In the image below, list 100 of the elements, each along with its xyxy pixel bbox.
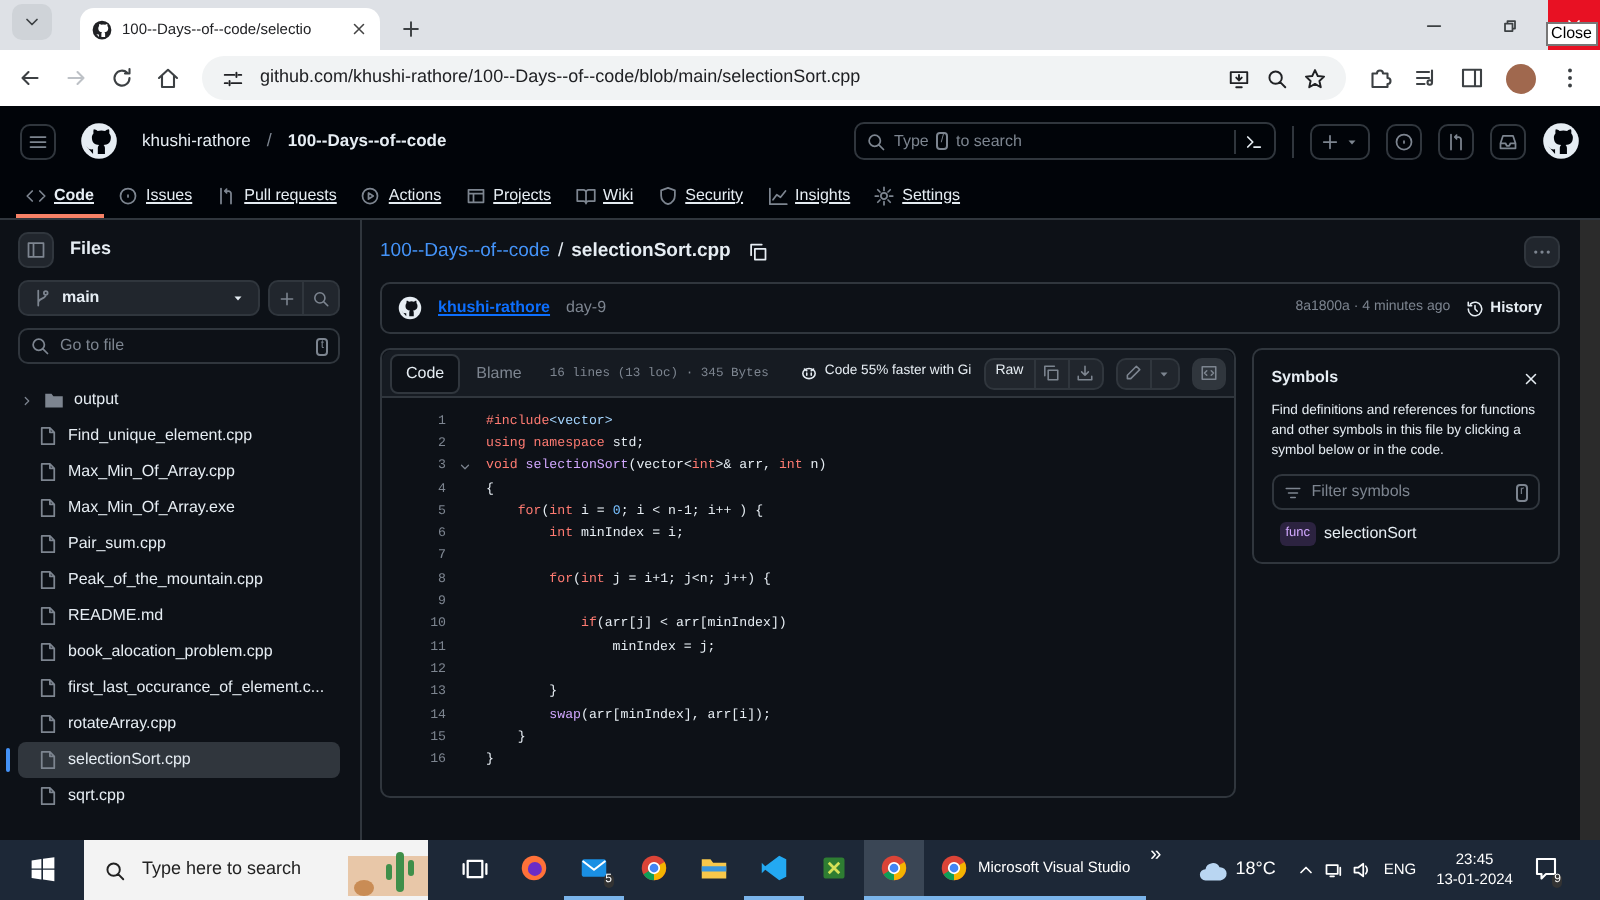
folder-icon (44, 390, 64, 410)
sidebar-icon (26, 240, 46, 260)
repo-tab[interactable]: Settings (864, 176, 971, 218)
back-button[interactable] (18, 66, 42, 90)
close-button[interactable]: Close (1548, 0, 1600, 50)
placeholder-text: Type here to search (142, 856, 304, 883)
repo-link[interactable]: 100--Days--of--code (287, 128, 447, 154)
overflow-button[interactable]: » (1150, 840, 1162, 870)
puzzle-icon (1368, 66, 1392, 90)
menu-button[interactable] (20, 123, 56, 159)
mail-icon (581, 859, 607, 877)
repo-tab[interactable]: Actions (350, 176, 452, 218)
file-icon (38, 570, 58, 590)
repo-tab[interactable]: Code (16, 176, 104, 218)
address-bar[interactable]: github.com/khushi-rathore/100--Days--of--code/blob/main/selectionSort.cpp (202, 56, 1346, 100)
file-tree-item[interactable]: Pair_sum.cpp (18, 526, 340, 562)
cactus-illustration (348, 852, 428, 896)
file-tree-item[interactable]: Peak_of_the_mountain.cpp (18, 562, 340, 598)
taskbar-search-field[interactable]: Type here to search (84, 840, 428, 900)
extensions-button[interactable] (1368, 66, 1392, 90)
view-tab[interactable]: Blame (460, 353, 538, 393)
repo-link[interactable]: 100--Days--of--code (380, 237, 550, 267)
add-file-button[interactable] (268, 280, 304, 316)
speaker-icon[interactable] (1351, 860, 1372, 880)
browser-icon (881, 855, 907, 881)
view-tab[interactable]: Code (390, 353, 461, 393)
notification-icon (1534, 856, 1559, 880)
reload-button[interactable] (110, 66, 134, 90)
home-button[interactable] (156, 66, 180, 90)
author-avatar-icon (398, 296, 422, 320)
network-icon[interactable] (1323, 860, 1344, 880)
search-button[interactable] (304, 280, 340, 316)
command-palette-icon[interactable] (1244, 131, 1264, 151)
restore-icon (1500, 15, 1520, 35)
file-tree-item[interactable]: sqrt.cpp (18, 778, 340, 814)
repo-tab[interactable]: Pull requests (206, 176, 347, 218)
browser-icon (521, 855, 547, 881)
search-icon (312, 289, 330, 307)
side-panel-button[interactable] (1460, 66, 1484, 90)
inbox-button[interactable] (1490, 123, 1526, 159)
placeholder-text: to search (956, 129, 1024, 153)
symbols-panel-button[interactable] (1191, 357, 1226, 389)
logo-icon (81, 123, 117, 159)
scrollbar[interactable] (1580, 220, 1600, 840)
repo-tab[interactable]: Issues (108, 176, 203, 218)
user-avatar-button[interactable] (1542, 122, 1580, 160)
file-tree-item[interactable]: book_alocation_problem.cpp (18, 634, 340, 670)
install-icon[interactable] (1228, 67, 1250, 89)
issue-icon (1394, 131, 1414, 151)
repo-tab[interactable]: Insights (757, 176, 861, 218)
repo-tab[interactable]: Projects (455, 176, 562, 218)
create-new-button[interactable] (1310, 123, 1370, 159)
profile-avatar[interactable] (1506, 63, 1536, 93)
author-link[interactable]: khushi-rathore (438, 296, 551, 320)
filter-icon (1283, 483, 1302, 501)
panel-title: Symbols (1271, 366, 1341, 390)
file-tree-item[interactable]: Max_Min_Of_Array.cpp (18, 454, 340, 490)
branch-selector[interactable]: main (18, 280, 260, 316)
file-tree-item[interactable]: Find_unique_element.cpp (18, 418, 340, 454)
collapse-sidebar-button[interactable] (18, 232, 54, 268)
file-icon (38, 498, 58, 518)
task-view-icon (461, 855, 487, 881)
home-icon (156, 66, 180, 90)
download-button[interactable] (1069, 357, 1104, 389)
repo-tab[interactable]: Security (647, 176, 754, 218)
file-tree-item[interactable]: first_last_occurance_of_element.c... (18, 670, 340, 706)
file-icon (38, 750, 58, 770)
left-arrow-icon (18, 66, 42, 90)
search-icon (104, 859, 126, 881)
copy-button[interactable] (1035, 357, 1070, 389)
media-button[interactable] (1414, 66, 1438, 90)
url-text: github.com/khushi-rathore/100--Days--of--code/blob/main/selectionSort.cpp (260, 64, 863, 91)
pull-requests-button[interactable] (1438, 123, 1474, 159)
breadcrumb-separator: / (558, 237, 564, 266)
owner-link[interactable]: khushi-rathore (142, 128, 251, 154)
commit-message-link[interactable]: day-9 (566, 296, 607, 320)
chevron-down-icon[interactable] (457, 459, 471, 474)
right-arrow-icon (64, 66, 88, 90)
symbol-name[interactable]: selectionSort (1324, 522, 1417, 546)
weather-temperature[interactable]: 18°C (1235, 856, 1276, 884)
file-tree-item[interactable]: README.md (18, 598, 340, 634)
site-info-icon (222, 67, 244, 89)
plus-icon (277, 289, 295, 307)
file-tree-item[interactable]: output (18, 382, 340, 418)
zoom-icon[interactable] (1266, 67, 1288, 89)
pencil-icon (1124, 364, 1143, 382)
edit-button[interactable] (1115, 357, 1152, 389)
bookmark-star-icon[interactable] (1304, 67, 1326, 89)
file-icon (38, 606, 58, 626)
file-tree-item[interactable]: rotateArray.cpp (18, 706, 340, 742)
side-panel-icon (1460, 66, 1484, 90)
copy-icon[interactable] (748, 242, 769, 262)
code-editor-icon (761, 855, 787, 881)
branch-icon (32, 288, 52, 308)
issues-button[interactable] (1386, 123, 1422, 159)
windows-logo-icon (29, 855, 55, 881)
close-icon[interactable] (350, 20, 368, 38)
file-tree-item[interactable]: Max_Min_Of_Array.exe (18, 490, 340, 526)
repo-tab[interactable]: Wiki (565, 176, 644, 218)
download-icon (1076, 364, 1095, 382)
